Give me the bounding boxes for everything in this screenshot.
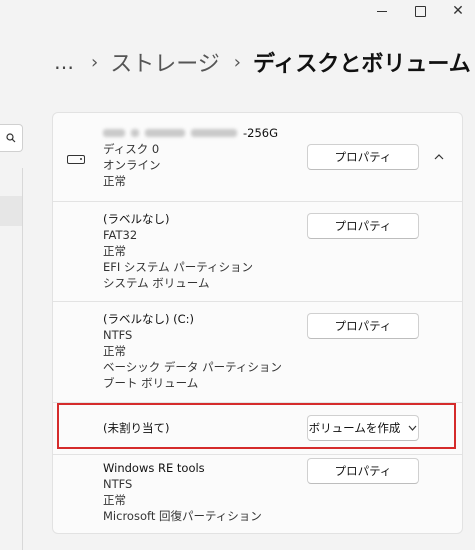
breadcrumb-more-button[interactable]: … (54, 50, 75, 74)
partition-fs: NTFS (103, 477, 133, 491)
disk-health: 正常 (103, 174, 126, 188)
partition-type: Microsoft 回復パーティション (103, 509, 262, 523)
disk-name: ディスク 0 (103, 142, 160, 156)
partition-label: (ラベルなし) (C:) (103, 312, 195, 326)
redacted-text (191, 129, 237, 137)
breadcrumb-item-storage[interactable]: ストレージ (110, 46, 220, 78)
partition-row: Windows RE tools NTFS 正常 Microsoft 回復パーテ… (53, 454, 462, 533)
disk-card: -256G ディスク 0 オンライン 正常 プロパティ (ラベルなし) FAT3… (52, 112, 463, 534)
minimize-icon (377, 10, 387, 12)
sidebar-selected-item[interactable] (0, 196, 22, 226)
search-button[interactable] (0, 124, 23, 152)
breadcrumb: … › ストレージ › ディスクとボリューム (54, 44, 471, 80)
sidebar-divider (22, 168, 23, 550)
disk-title: -256G (103, 125, 278, 141)
disk-header-row: -256G ディスク 0 オンライン 正常 プロパティ (53, 113, 462, 202)
partition-row: (ラベルなし) FAT32 正常 EFI システム パーティション システム ボ… (53, 201, 462, 302)
partition-row: (ラベルなし) (C:) NTFS 正常 ベーシック データ パーティション ブ… (53, 301, 462, 403)
redacted-text (103, 129, 125, 137)
partition-role: ブート ボリューム (103, 376, 199, 390)
redacted-text (131, 129, 139, 137)
partition-health: 正常 (103, 344, 126, 358)
partition-fs: FAT32 (103, 228, 138, 242)
partition-info: (ラベルなし) FAT32 正常 EFI システム パーティション システム ボ… (103, 211, 253, 291)
maximize-icon (414, 5, 426, 17)
page-title: ディスクとボリューム (252, 52, 471, 77)
partition-health: 正常 (103, 244, 126, 258)
disk-status: オンライン (103, 158, 161, 172)
chevron-right-icon: › (233, 51, 241, 73)
disk-title-suffix: -256G (243, 126, 279, 140)
partition-properties-button[interactable]: プロパティ (307, 313, 419, 339)
partition-health: 正常 (103, 493, 126, 507)
partition-properties-button[interactable]: プロパティ (307, 458, 419, 484)
highlight-box (57, 403, 456, 449)
partition-role: システム ボリューム (103, 276, 210, 290)
search-icon (6, 133, 16, 143)
maximize-button[interactable] (400, 0, 440, 22)
minimize-button[interactable] (362, 0, 402, 22)
partition-info: Windows RE tools NTFS 正常 Microsoft 回復パーテ… (103, 460, 262, 524)
disk-properties-button[interactable]: プロパティ (307, 144, 419, 170)
redacted-text (145, 129, 185, 137)
partition-label: (ラベルなし) (103, 212, 170, 226)
partition-fs: NTFS (103, 328, 133, 342)
partition-info: (ラベルなし) (C:) NTFS 正常 ベーシック データ パーティション ブ… (103, 311, 282, 391)
partition-type: EFI システム パーティション (103, 260, 254, 274)
disk-info: -256G ディスク 0 オンライン 正常 (103, 125, 278, 189)
partition-label: Windows RE tools (103, 461, 205, 475)
close-button[interactable]: ✕ (438, 0, 475, 22)
close-icon: ✕ (452, 3, 464, 19)
chevron-up-icon[interactable] (429, 149, 449, 165)
chevron-right-icon: › (91, 51, 99, 73)
partition-properties-button[interactable]: プロパティ (307, 213, 419, 239)
drive-icon (67, 155, 85, 164)
partition-type: ベーシック データ パーティション (103, 360, 282, 374)
